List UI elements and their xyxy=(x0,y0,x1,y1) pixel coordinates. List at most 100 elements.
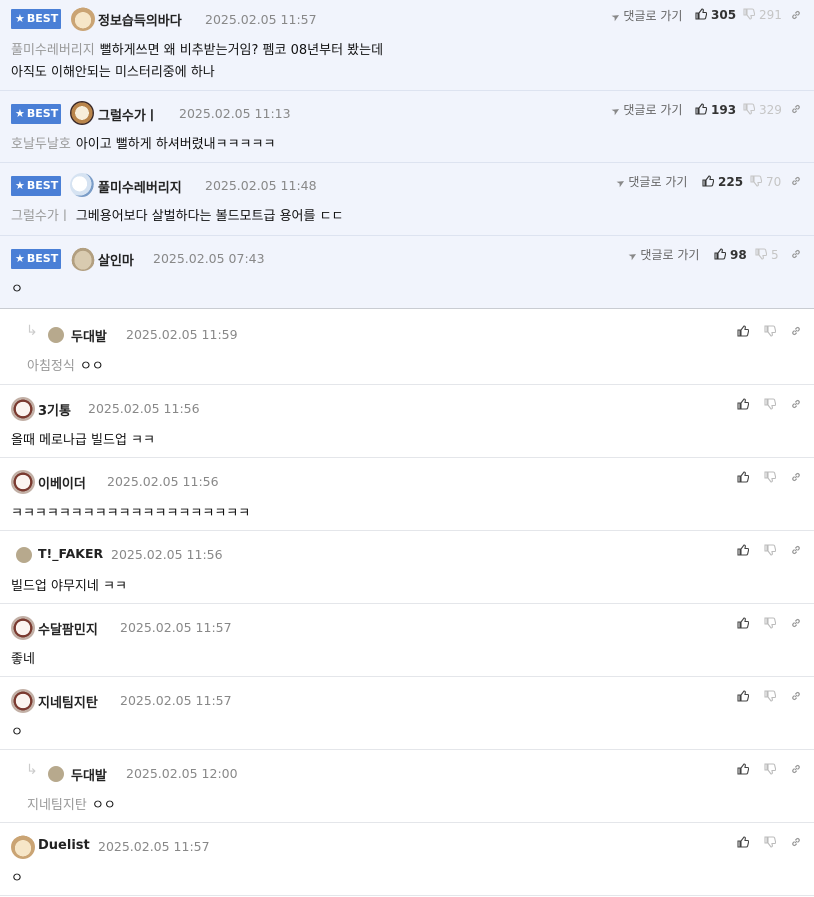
avatar[interactable] xyxy=(48,327,64,343)
nickname[interactable]: Duelist xyxy=(38,838,90,853)
thumbs-up-icon xyxy=(714,248,726,260)
thumbs-up-icon[interactable] xyxy=(737,836,749,848)
thumbs-down-icon xyxy=(750,175,762,187)
thumbs-up-icon[interactable] xyxy=(737,544,749,556)
thumbs-up-icon[interactable] xyxy=(737,763,749,775)
thumbs-down-icon[interactable] xyxy=(764,763,776,775)
dislike-button[interactable]: 291 xyxy=(743,8,782,22)
best-badge: ★ BEST xyxy=(11,104,61,124)
link-icon[interactable] xyxy=(790,103,802,115)
nickname[interactable]: T!_FAKER xyxy=(38,546,103,561)
comment-text-line2: 아직도 이해안되는 미스터리중에 하나 xyxy=(11,65,215,80)
link-icon[interactable] xyxy=(790,9,802,21)
avatar[interactable] xyxy=(11,835,35,859)
nickname[interactable]: 이베이더 xyxy=(38,473,86,492)
thumbs-up-icon[interactable] xyxy=(737,690,749,702)
best-comment: ★ BEST 정보습득의바다 2025.02.05 11:57 ➤댓글로 가기 3… xyxy=(0,0,814,91)
timestamp: 2025.02.05 11:57 xyxy=(120,693,232,708)
mention[interactable]: 지네팀지탄 xyxy=(27,798,87,813)
mention[interactable]: 아침정식 xyxy=(27,359,75,374)
avatar[interactable] xyxy=(70,101,94,125)
link-icon[interactable] xyxy=(790,836,802,848)
mention[interactable]: 그럴수가ㅣ xyxy=(11,209,71,224)
avatar[interactable] xyxy=(71,7,95,31)
comment-text: ㅋㅋㅋㅋㅋㅋㅋㅋㅋㅋㅋㅋㅋㅋㅋㅋㅋㅋㅋㅋ xyxy=(11,506,251,521)
link-icon[interactable] xyxy=(790,175,802,187)
avatar[interactable] xyxy=(16,547,32,563)
nickname[interactable]: 지네팀지탄 xyxy=(38,692,98,711)
link-icon[interactable] xyxy=(790,690,802,702)
reply-arrow-icon: ↳ xyxy=(26,323,38,339)
nickname[interactable]: 두대발 xyxy=(71,765,107,784)
link-icon[interactable] xyxy=(790,248,802,260)
like-button[interactable]: 98 xyxy=(714,248,747,262)
link-icon[interactable] xyxy=(790,763,802,775)
goto-comment-link[interactable]: ➤댓글로 가기 xyxy=(609,7,683,25)
link-icon[interactable] xyxy=(790,471,802,483)
thumbs-down-icon[interactable] xyxy=(764,690,776,702)
thumbs-down-icon[interactable] xyxy=(764,471,776,483)
nickname[interactable]: 정보습득의바다 xyxy=(98,10,182,29)
dislike-button[interactable]: 5 xyxy=(755,248,779,262)
mention[interactable]: 풀미수레버리지 xyxy=(11,43,95,58)
comment: 이베이더 2025.02.05 11:56 ㅋㅋㅋㅋㅋㅋㅋㅋㅋㅋㅋㅋㅋㅋㅋㅋㅋㅋ… xyxy=(0,458,814,531)
avatar[interactable] xyxy=(48,766,64,782)
thumbs-up-icon[interactable] xyxy=(737,398,749,410)
timestamp: 2025.02.05 11:57 xyxy=(120,620,232,635)
like-button[interactable]: 305 xyxy=(695,8,736,22)
nickname[interactable]: 풀미수레버리지 xyxy=(98,177,182,196)
nickname[interactable]: 3기통 xyxy=(38,400,71,419)
thumbs-down-icon xyxy=(743,8,755,20)
thumbs-down-icon[interactable] xyxy=(764,836,776,848)
thumbs-up-icon xyxy=(702,175,714,187)
avatar[interactable] xyxy=(70,173,94,197)
mention[interactable]: 호날두날호 xyxy=(11,137,71,152)
thumbs-up-icon[interactable] xyxy=(737,471,749,483)
comment-text: ㅇ xyxy=(11,725,23,740)
avatar[interactable] xyxy=(11,470,35,494)
star-icon: ★ xyxy=(15,252,25,265)
avatar[interactable] xyxy=(71,247,95,271)
reply-comment: ↳ 두대발 2025.02.05 12:00 지네팀지탄 ㅇㅇ xyxy=(0,750,814,823)
nickname[interactable]: 수달팜민지 xyxy=(38,619,98,638)
thumbs-up-icon[interactable] xyxy=(737,617,749,629)
nickname[interactable]: 살인마 xyxy=(98,250,134,269)
goto-comment-link[interactable]: ➤댓글로 가기 xyxy=(610,101,683,118)
comment: 수달팜민지 2025.02.05 11:57 좋네 xyxy=(0,604,814,677)
arrow-icon: ➤ xyxy=(614,176,628,191)
thumbs-down-icon[interactable] xyxy=(764,325,776,337)
timestamp: 2025.02.05 11:56 xyxy=(88,401,200,416)
thumbs-up-icon[interactable] xyxy=(737,325,749,337)
comment: 지네팀지탄 2025.02.05 11:57 ㅇ xyxy=(0,677,814,750)
comment-text: 올때 메로나급 빌드업 ㅋㅋ xyxy=(11,433,155,448)
best-comment: ★ BEST 풀미수레버리지 2025.02.05 11:48 ➤댓글로 가기 2… xyxy=(0,163,814,236)
best-badge: ★ BEST xyxy=(11,9,61,29)
comment-text: 지네팀지탄 ㅇㅇ xyxy=(27,798,116,813)
thumbs-down-icon[interactable] xyxy=(764,398,776,410)
comment: T!_FAKER 2025.02.05 11:56 빌드업 야무지네 ㅋㅋ xyxy=(0,531,814,604)
link-icon[interactable] xyxy=(790,544,802,556)
avatar[interactable] xyxy=(11,397,35,421)
thumbs-down-icon[interactable] xyxy=(764,544,776,556)
avatar[interactable] xyxy=(11,689,35,713)
dislike-button[interactable]: 329 xyxy=(743,103,782,117)
avatar[interactable] xyxy=(11,616,35,640)
timestamp: 2025.02.05 07:43 xyxy=(153,251,265,266)
star-icon: ★ xyxy=(15,179,25,192)
arrow-icon: ➤ xyxy=(609,10,623,25)
timestamp: 2025.02.05 11:59 xyxy=(126,327,238,342)
thumbs-up-icon xyxy=(695,103,707,115)
like-button[interactable]: 193 xyxy=(695,103,736,117)
nickname[interactable]: 두대발 xyxy=(71,326,107,345)
goto-comment-link[interactable]: ➤댓글로 가기 xyxy=(614,173,688,191)
dislike-button[interactable]: 70 xyxy=(750,175,781,189)
link-icon[interactable] xyxy=(790,398,802,410)
best-comment: ★ BEST 그럴수가ㅣ 2025.02.05 11:13 ➤댓글로 가기 193… xyxy=(0,91,814,163)
like-button[interactable]: 225 xyxy=(702,175,743,189)
link-icon[interactable] xyxy=(790,617,802,629)
goto-comment-link[interactable]: ➤댓글로 가기 xyxy=(627,246,700,263)
link-icon[interactable] xyxy=(790,325,802,337)
nickname[interactable]: 그럴수가ㅣ xyxy=(98,105,158,124)
comment-list: ★ BEST 정보습득의바다 2025.02.05 11:57 ➤댓글로 가기 3… xyxy=(0,0,814,896)
thumbs-down-icon[interactable] xyxy=(764,617,776,629)
